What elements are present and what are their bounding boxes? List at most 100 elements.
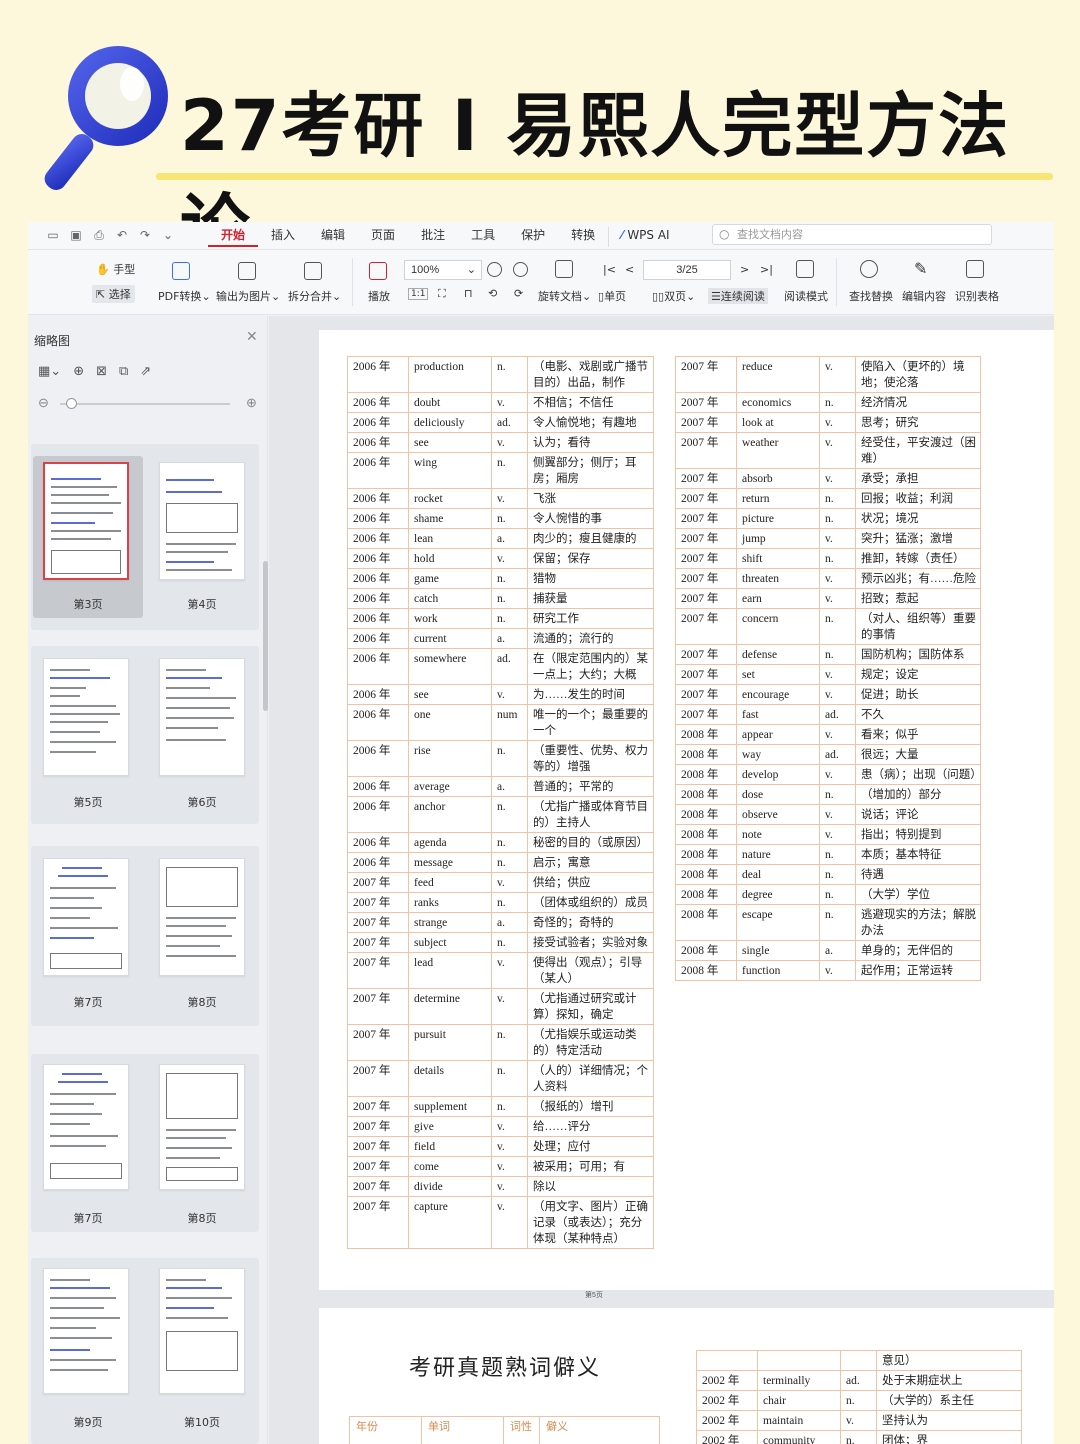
fit-width-icon[interactable]: ⊓ xyxy=(464,287,473,300)
edit-content-button[interactable]: 编辑内容 xyxy=(902,288,946,304)
tab-convert[interactable]: 转换 xyxy=(558,227,608,247)
meaning-cell: 单身的；无伴侣的 xyxy=(855,940,981,961)
open-folder-icon[interactable]: ▭ xyxy=(46,228,60,242)
year-cell: 2007 年 xyxy=(347,912,409,933)
find-replace-button[interactable]: 查找替换 xyxy=(849,288,893,304)
meaning-cell: 状况；境况 xyxy=(855,508,981,529)
word-cell: ranks xyxy=(408,892,492,913)
next-page-icon[interactable]: > xyxy=(740,263,749,276)
thumbnail-page-8[interactable]: 第8页 xyxy=(147,852,257,1014)
word-cell: message xyxy=(408,852,492,873)
tab-protect[interactable]: 保护 xyxy=(508,227,558,247)
wps-ai-button[interactable]: ⁄ WPS AI xyxy=(608,227,681,247)
print-icon[interactable]: ⎙ xyxy=(92,228,106,242)
thumbnail-page-9[interactable]: 第9页 xyxy=(33,1262,143,1438)
select-tool-button[interactable]: ⇱ 选择 xyxy=(92,285,135,303)
table-row: 2006 年 current a. 流通的；流行的 xyxy=(347,628,654,649)
zoom-select[interactable]: 100% ⌄ xyxy=(404,260,482,280)
add-page-icon[interactable]: ⊕ xyxy=(73,364,84,379)
year-cell: 2007 年 xyxy=(347,1060,409,1097)
thumbnail-zoom-slider[interactable]: ⊖ ⊕ xyxy=(38,394,260,414)
meaning-cell: 供给；供应 xyxy=(527,872,654,893)
continuous-read-button[interactable]: ☰连续阅读 xyxy=(708,288,768,304)
export-image-button[interactable]: 输出为图片⌄ xyxy=(216,288,280,304)
redo-icon[interactable]: ↷ xyxy=(138,228,152,242)
thumbnail-page-7b[interactable]: 第7页 xyxy=(33,1058,143,1225)
page-tools-icon[interactable] xyxy=(555,260,573,278)
pos-cell: n. xyxy=(491,608,528,629)
slider-handle[interactable] xyxy=(66,398,77,409)
thumb-row: 第7页 第8页 xyxy=(31,846,259,1026)
meaning-cell: 很远；大量 xyxy=(855,744,981,765)
word-cell: deliciously xyxy=(408,412,492,433)
double-page-button[interactable]: ▯▯双页⌄ xyxy=(652,288,695,304)
rotate-right-icon[interactable]: ⟳ xyxy=(514,287,523,300)
zoom-out-icon[interactable]: ⊖ xyxy=(38,395,49,411)
thumbnail-page-8b[interactable]: 第8页 xyxy=(147,1058,257,1225)
pos-cell: a. xyxy=(819,940,856,961)
page-number-input[interactable]: 3/25 xyxy=(643,260,731,280)
pos-cell: n. xyxy=(819,864,856,885)
pos-cell: ad. xyxy=(819,744,856,765)
save-icon[interactable]: ▣ xyxy=(69,228,83,242)
hand-tool-label: 手型 xyxy=(113,263,136,276)
word-cell: nature xyxy=(736,844,820,865)
grid-view-icon[interactable]: ▦⌄ xyxy=(38,364,61,379)
tab-annotate[interactable]: 批注 xyxy=(408,227,458,247)
tab-insert[interactable]: 插入 xyxy=(258,227,308,247)
find-replace-icon xyxy=(860,260,878,278)
first-page-icon[interactable]: |< xyxy=(603,263,616,276)
thumbnail-page-4[interactable]: 第4页 xyxy=(147,456,257,618)
thumbnail-page-3[interactable]: 第3页 xyxy=(33,456,143,618)
undo-icon[interactable]: ↶ xyxy=(115,228,129,242)
play-button[interactable]: 播放 xyxy=(368,288,390,304)
actual-size-button[interactable]: 1:1 xyxy=(408,288,429,300)
pos-cell: a. xyxy=(491,628,528,649)
thumbnail-page-6[interactable]: 第6页 xyxy=(147,652,257,814)
pdf-convert-button[interactable]: PDF转换⌄ xyxy=(158,288,211,304)
year-cell: 2008 年 xyxy=(675,784,737,805)
word-cell: economics xyxy=(736,392,820,413)
recognize-table-button[interactable]: 识别表格 xyxy=(955,288,999,304)
pos-cell: n. xyxy=(819,844,856,865)
pdf-reader-window: ▭ ▣ ⎙ ↶ ↷ ⌄ 开始 插入 编辑 页面 批注 工具 保护 转换 ⁄ WP… xyxy=(28,222,1054,1444)
meaning-cell: 规定；设定 xyxy=(855,664,981,685)
tab-page[interactable]: 页面 xyxy=(358,227,408,247)
export-page-icon[interactable]: ⇗ xyxy=(140,364,151,379)
hand-tool-button[interactable]: ✋ 手型 xyxy=(96,261,135,277)
split-merge-button[interactable]: 拆分合并⌄ xyxy=(288,288,341,304)
table-row: 2007 年 reduce v. 使陷入（更坏的）境地；使沦落 xyxy=(675,356,981,393)
last-page-icon[interactable]: >| xyxy=(760,263,773,276)
extract-page-icon[interactable]: ⧉ xyxy=(119,364,128,379)
delete-page-icon[interactable]: ⊠ xyxy=(96,364,107,379)
table-row: 2006 年 rocket v. 飞涨 xyxy=(347,488,654,509)
zoom-in-icon[interactable]: ⊕ xyxy=(246,395,257,411)
word-cell: lean xyxy=(408,528,492,549)
read-mode-button[interactable]: 阅读模式 xyxy=(784,288,828,304)
year-cell: 2007 年 xyxy=(675,608,737,645)
pos-cell: v. xyxy=(491,488,528,509)
meaning-cell: （尤指娱乐或运动类的）特定活动 xyxy=(527,1024,654,1061)
page-heading: 考研真题熟词僻义 xyxy=(409,1356,602,1381)
search-input[interactable]: ○ 查找文档内容 xyxy=(712,224,992,245)
thumbnail-page-7[interactable]: 第7页 xyxy=(33,852,143,1014)
single-page-button[interactable]: ▯单页 xyxy=(598,288,626,304)
thumbnail-page-10[interactable]: 第10页 xyxy=(147,1262,257,1438)
pos-cell xyxy=(840,1350,877,1371)
close-icon[interactable]: ✕ xyxy=(246,328,258,345)
pos-cell: n. xyxy=(491,832,528,853)
table-row: 2006 年 wing n. 侧翼部分；侧厅；耳房；厢房 xyxy=(347,452,654,489)
tab-start[interactable]: 开始 xyxy=(208,227,259,247)
prev-page-icon[interactable]: < xyxy=(625,263,634,276)
year-cell: 2008 年 xyxy=(675,844,737,865)
rotate-left-icon[interactable]: ⟲ xyxy=(488,287,497,300)
chevron-down-icon[interactable]: ⌄ xyxy=(161,228,175,242)
rotate-doc-button[interactable]: 旋转文档⌄ xyxy=(538,288,591,304)
tab-edit[interactable]: 编辑 xyxy=(308,227,358,247)
zoom-out-icon[interactable] xyxy=(487,262,502,277)
zoom-in-icon[interactable] xyxy=(513,262,528,277)
thumbnail-page-5[interactable]: 第5页 xyxy=(33,652,143,814)
tab-tools[interactable]: 工具 xyxy=(458,227,508,247)
fit-page-icon[interactable]: ⛶ xyxy=(438,287,446,301)
sidebar-scrollbar[interactable] xyxy=(263,561,268,711)
